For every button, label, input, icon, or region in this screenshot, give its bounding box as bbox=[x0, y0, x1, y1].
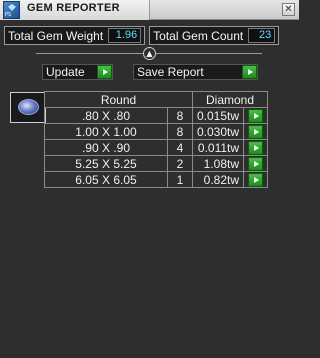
table-row: 1.00 X 1.00 8 0.030tw bbox=[44, 123, 269, 140]
title-tab: PS GEM REPORTER bbox=[0, 0, 150, 20]
update-button-label: Update bbox=[46, 65, 85, 79]
total-weight-box: Total Gem Weight 1.96 bbox=[4, 26, 146, 45]
play-arrow-icon bbox=[97, 65, 112, 79]
gem-weight-cell: 0.030tw bbox=[191, 123, 245, 140]
row-select-button[interactable] bbox=[243, 107, 269, 124]
total-count-label: Total Gem Count bbox=[153, 28, 244, 43]
table-row: 6.05 X 6.05 1 0.82tw bbox=[44, 171, 269, 188]
total-weight-label: Total Gem Weight bbox=[8, 28, 104, 43]
gem-size-cell: .80 X .80 bbox=[44, 107, 168, 124]
round-diamond-icon bbox=[18, 99, 39, 115]
play-arrow-icon bbox=[248, 108, 264, 123]
play-arrow-icon bbox=[248, 172, 264, 187]
total-weight-value: 1.96 bbox=[108, 28, 142, 43]
total-count-box: Total Gem Count 23 bbox=[149, 26, 280, 45]
table-row: 5.25 X 5.25 2 1.08tw bbox=[44, 155, 269, 172]
gem-size-cell: .90 X .90 bbox=[44, 139, 168, 156]
table-header-row: Round Diamond bbox=[44, 91, 269, 108]
app-icon-text: PS bbox=[5, 12, 12, 18]
table-row: .90 X .90 4 0.011tw bbox=[44, 139, 269, 156]
gem-count-cell: 1 bbox=[167, 171, 193, 188]
update-button[interactable]: Update bbox=[42, 64, 113, 80]
close-button[interactable]: ✕ bbox=[282, 3, 295, 16]
collapse-toggle-button[interactable]: ▲ bbox=[143, 47, 156, 60]
gem-thumbnail[interactable] bbox=[10, 92, 46, 123]
gem-count-cell: 8 bbox=[167, 107, 193, 124]
stats-row: Total Gem Weight 1.96 Total Gem Count 23 bbox=[4, 26, 283, 45]
gem-size-cell: 5.25 X 5.25 bbox=[44, 155, 168, 172]
table-row: .80 X .80 8 0.015tw bbox=[44, 107, 269, 124]
gem-glyph-icon bbox=[8, 4, 16, 11]
gem-count-cell: 8 bbox=[167, 123, 193, 140]
play-arrow-icon bbox=[242, 65, 257, 79]
gem-weight-cell: 1.08tw bbox=[191, 155, 245, 172]
gem-size-cell: 6.05 X 6.05 bbox=[44, 171, 168, 188]
gem-count-cell: 2 bbox=[167, 155, 193, 172]
chevron-up-icon: ▲ bbox=[146, 49, 153, 58]
gem-weight-cell: 0.015tw bbox=[191, 107, 245, 124]
title-bar[interactable]: PS GEM REPORTER ✕ bbox=[0, 0, 299, 20]
gem-weight-cell: 0.82tw bbox=[191, 171, 245, 188]
gem-size-cell: 1.00 X 1.00 bbox=[44, 123, 168, 140]
save-report-button[interactable]: Save Report bbox=[133, 64, 258, 80]
gem-reporter-app-icon: PS bbox=[3, 1, 20, 19]
total-count-value: 23 bbox=[248, 28, 276, 43]
window-title: GEM REPORTER bbox=[27, 2, 120, 14]
play-arrow-icon bbox=[248, 156, 264, 171]
shape-column-header: Round bbox=[44, 91, 193, 108]
play-arrow-icon bbox=[248, 140, 264, 155]
play-arrow-icon bbox=[248, 124, 264, 139]
gem-weight-cell: 0.011tw bbox=[191, 139, 245, 156]
type-column-header: Diamond bbox=[191, 91, 269, 108]
row-select-button[interactable] bbox=[243, 155, 269, 172]
gem-count-cell: 4 bbox=[167, 139, 193, 156]
close-icon: ✕ bbox=[284, 4, 293, 15]
row-select-button[interactable] bbox=[243, 123, 269, 140]
row-select-button[interactable] bbox=[243, 171, 269, 188]
gem-table: Round Diamond .80 X .80 8 0.015tw 1.00 X 1.… bbox=[44, 91, 269, 188]
save-report-button-label: Save Report bbox=[137, 65, 204, 79]
row-select-button[interactable] bbox=[243, 139, 269, 156]
